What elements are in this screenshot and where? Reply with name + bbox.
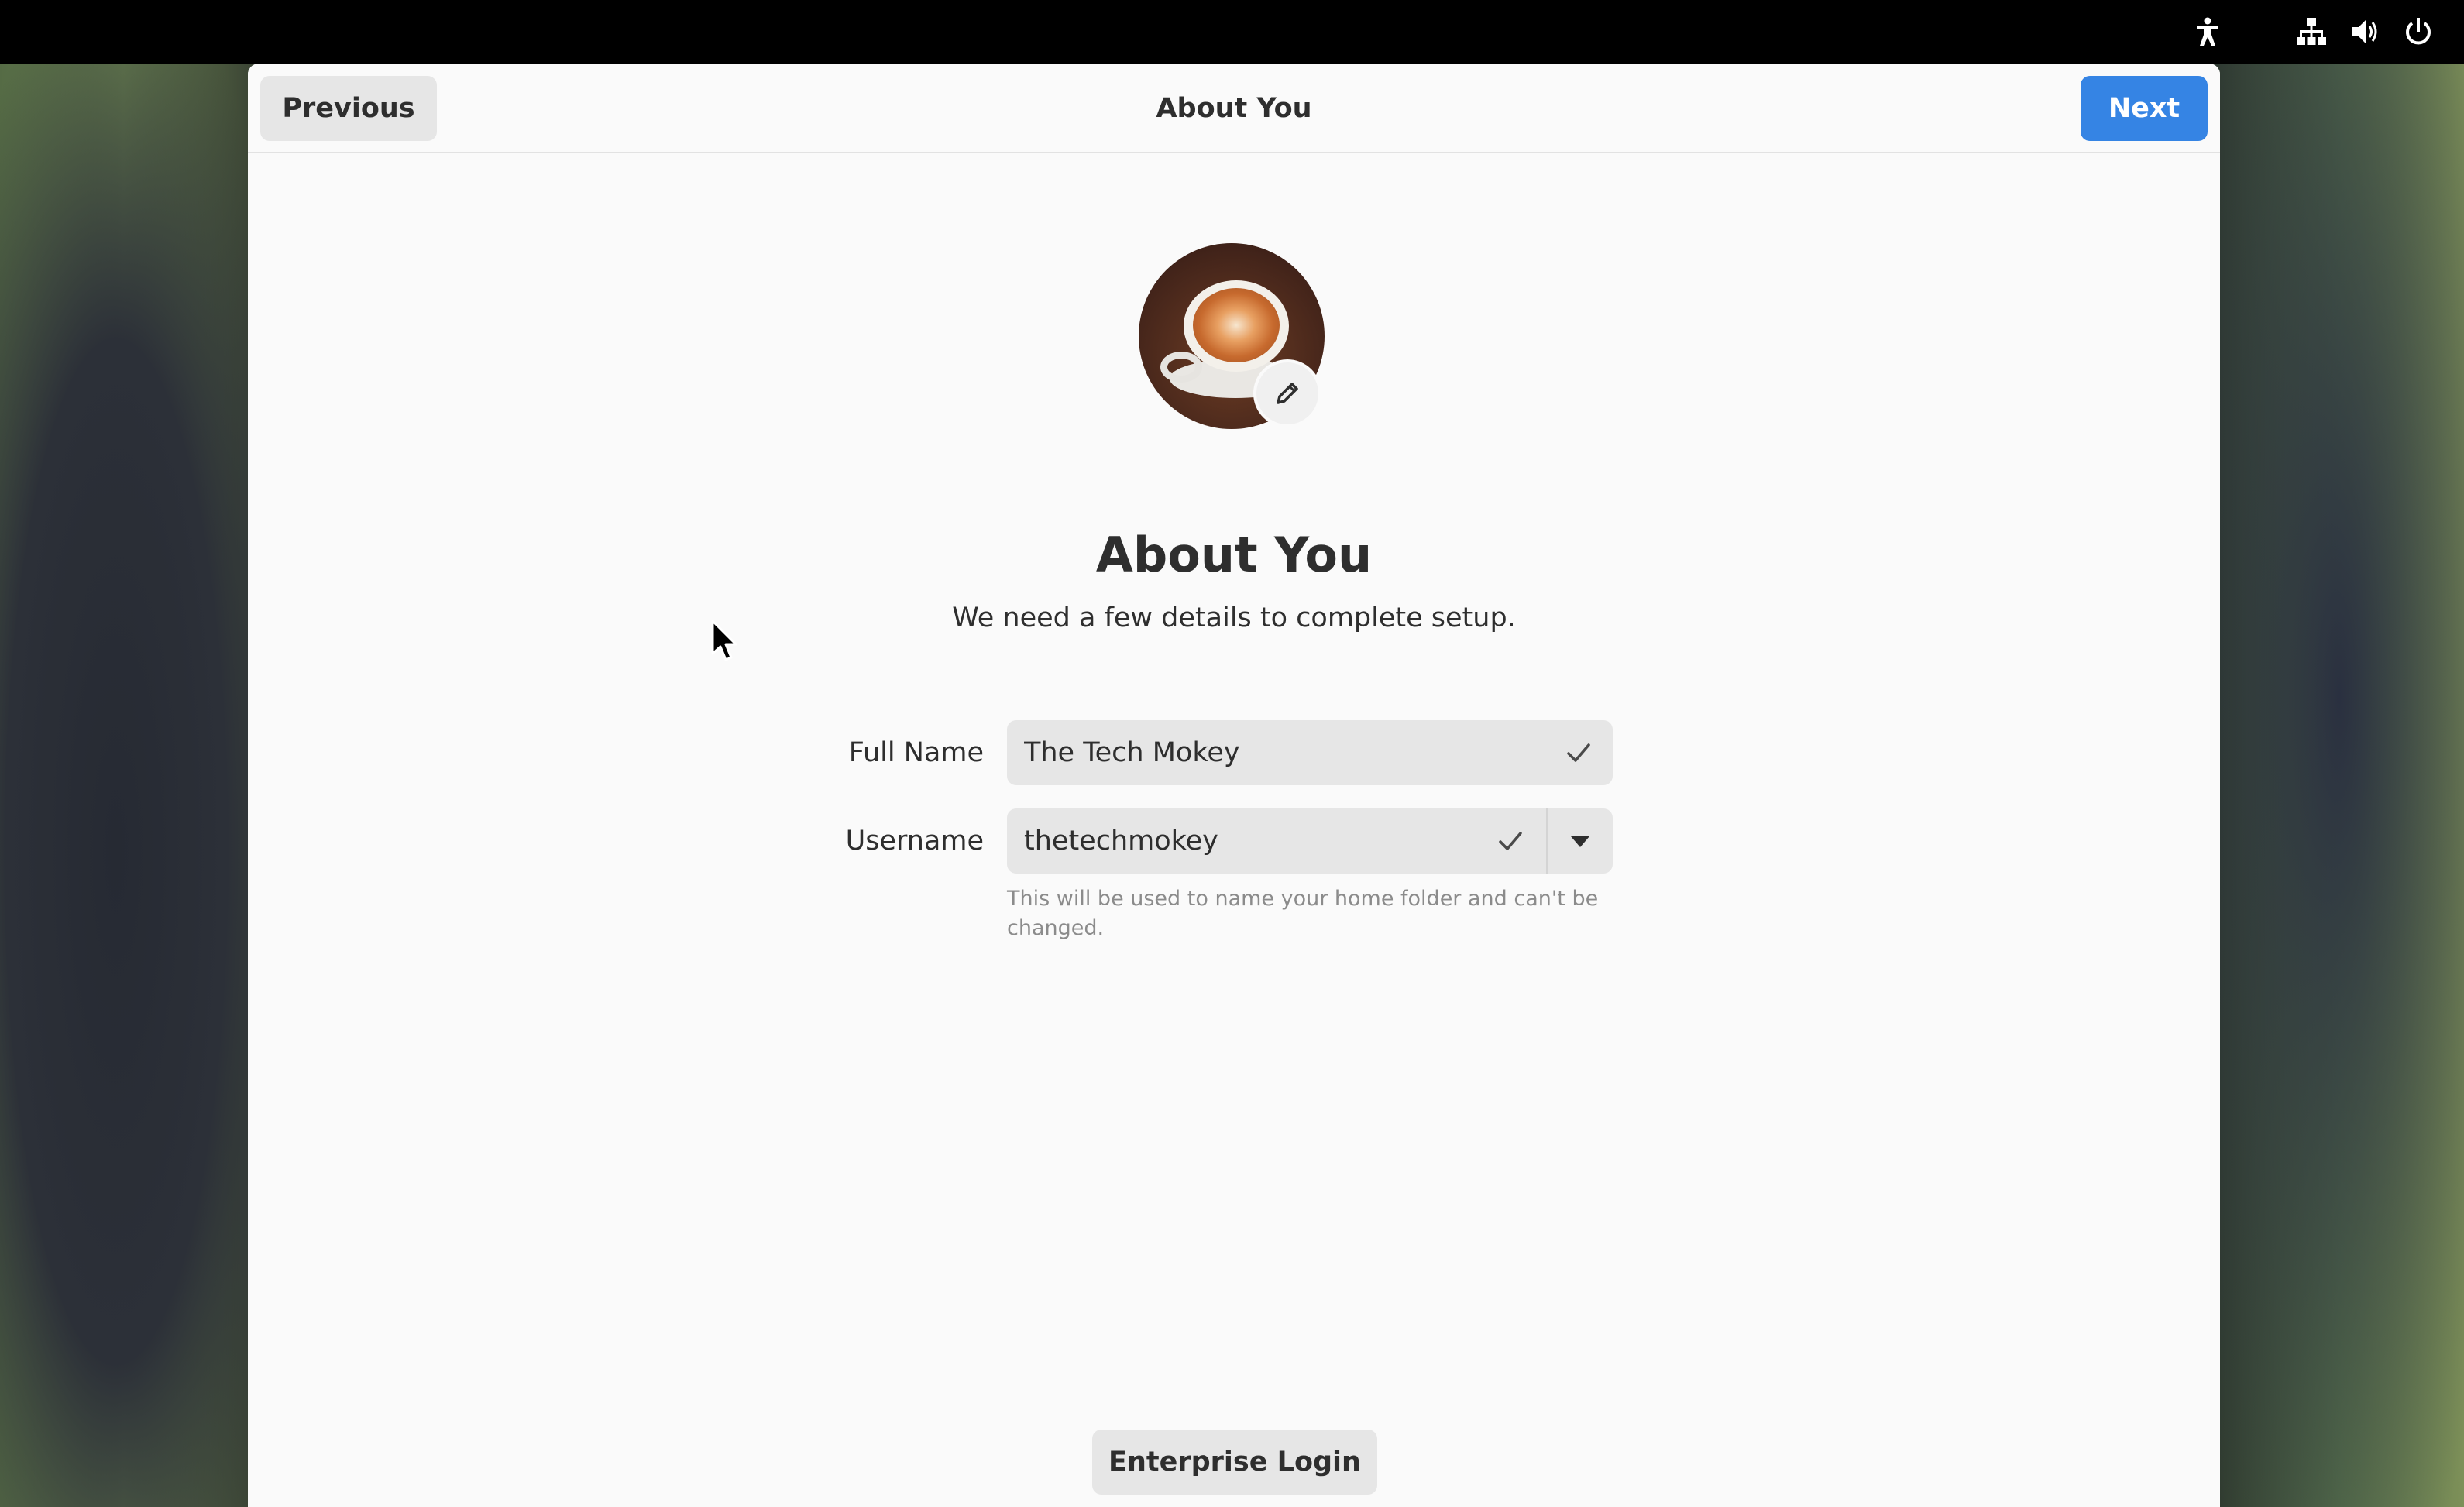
full-name-input[interactable] [1007,720,1549,785]
username-dropdown-button[interactable] [1548,808,1613,874]
mouse-cursor-icon [711,620,737,661]
check-icon [1567,743,1590,762]
next-button[interactable]: Next [2081,76,2208,141]
username-label: Username [845,826,984,856]
username-hint: This will be used to name your home fold… [1007,887,1599,940]
header-bar: Previous About You Next [248,64,2220,153]
page-subtitle: We need a few details to complete setup. [952,602,1516,633]
cup-handle-shape [1160,352,1202,383]
enterprise-login-button[interactable]: Enterprise Login [1092,1430,1377,1495]
avatar-container[interactable] [1139,243,1325,429]
chevron-down-icon [1571,836,1589,847]
edit-avatar-button[interactable] [1253,359,1321,427]
full-name-label: Full Name [848,737,984,768]
username-combo[interactable] [1007,808,1613,874]
top-bar [0,0,2464,64]
coffee-art-shape [1193,288,1280,362]
username-input[interactable] [1007,808,1479,874]
pencil-icon [1277,383,1298,404]
accessibility-icon[interactable] [2192,16,2223,47]
network-icon[interactable] [2296,16,2327,47]
page-title: About You [1095,527,1373,583]
previous-button[interactable]: Previous [260,76,437,141]
volume-icon[interactable] [2350,16,2381,47]
power-icon[interactable] [2403,16,2434,47]
header-title: About You [1156,93,1312,124]
check-icon [1499,832,1522,850]
full-name-field[interactable] [1007,720,1613,785]
setup-window: Previous About You Next About You We nee… [248,64,2220,1507]
